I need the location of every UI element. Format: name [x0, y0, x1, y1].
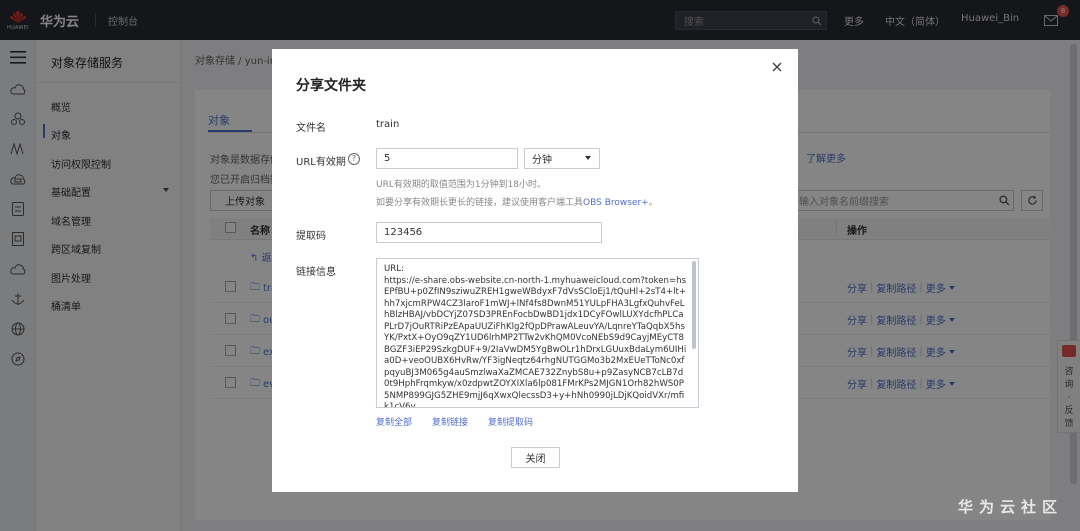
link-info-textarea[interactable]: URL: https://e-share.obs-website.cn-nort…: [376, 258, 699, 408]
obs-browser-link[interactable]: OBS Browser+: [583, 198, 649, 208]
copy-actions: 复制全部 复制链接 复制提取码: [376, 415, 533, 428]
help-icon[interactable]: ?: [348, 153, 360, 165]
validity-hint: URL有效期的取值范围为1分钟到18小时。: [376, 180, 547, 190]
close-button[interactable]: 关闭: [511, 447, 560, 468]
textarea-scrollbar[interactable]: [692, 261, 696, 349]
extraction-code-input[interactable]: 123456: [376, 222, 602, 243]
url-validity-input[interactable]: 5: [376, 148, 518, 169]
browser-hint-text: 如要分享有效期长更长的链接，建议使用客户端工具: [376, 198, 584, 208]
validity-unit-select[interactable]: 分钟: [524, 148, 600, 169]
copy-code-link[interactable]: 复制提取码: [488, 415, 533, 428]
browser-hint: 如要分享有效期长更长的链接，建议使用客户端工具OBS Browser+。: [376, 195, 658, 208]
share-folder-dialog: 分享文件夹 文件名 train URL有效期 ? 5 分钟 URL有效期的取值范…: [272, 49, 798, 492]
chevron-down-icon: [585, 156, 591, 160]
extraction-code-label: 提取码: [296, 231, 326, 242]
file-name-value: train: [376, 119, 400, 130]
browser-hint-end: 。: [648, 198, 658, 208]
file-name-label: 文件名: [296, 123, 326, 134]
dialog-title: 分享文件夹: [296, 78, 366, 94]
watermark: 华为云社区: [958, 498, 1064, 516]
link-info-label: 链接信息: [296, 267, 336, 278]
close-icon[interactable]: [771, 61, 785, 75]
validity-unit-value: 分钟: [532, 155, 552, 166]
url-validity-label: URL有效期: [296, 157, 346, 168]
link-info-text: URL: https://e-share.obs-website.cn-nort…: [384, 264, 687, 408]
copy-link-link[interactable]: 复制链接: [432, 415, 468, 428]
copy-all-link[interactable]: 复制全部: [376, 415, 412, 428]
